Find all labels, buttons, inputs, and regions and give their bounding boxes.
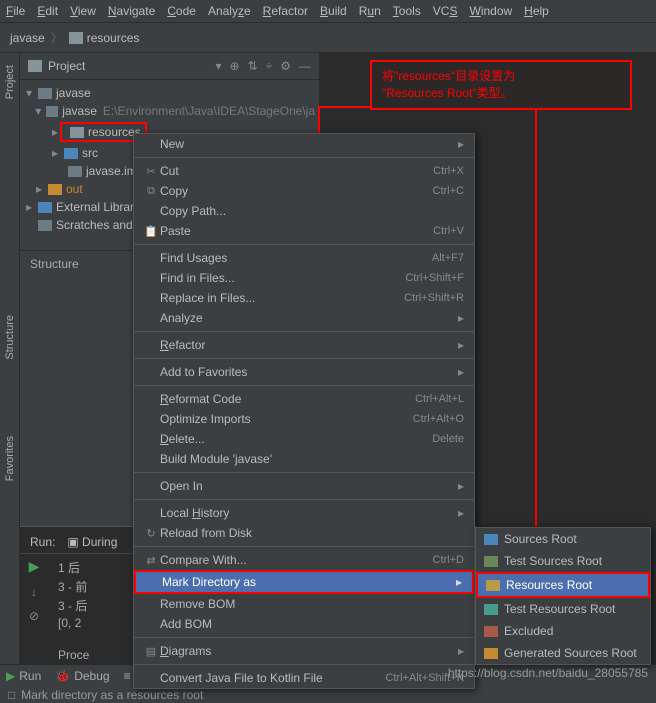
mi-reformat[interactable]: Reformat CodeCtrl+Alt+L	[134, 389, 474, 409]
mi-copy-path[interactable]: Copy Path...	[134, 201, 474, 221]
folder-icon	[69, 32, 83, 44]
tab-favorites[interactable]: Favorites	[2, 428, 18, 489]
tree-root[interactable]: ▾ javase	[20, 84, 319, 102]
folder-icon	[484, 604, 498, 615]
breadcrumb-folder[interactable]: resources	[87, 31, 140, 45]
tree-module[interactable]: ▾ javase E:\Environment\Java\IDEA\StageO…	[20, 102, 319, 120]
menu-navigate[interactable]: Navigate	[108, 4, 155, 18]
sm-generated[interactable]: Generated Sources Root	[476, 642, 650, 664]
mi-open-in[interactable]: Open In▸	[134, 476, 474, 496]
mi-cut[interactable]: ✂CutCtrl+X	[134, 161, 474, 181]
run-label: Run:	[30, 535, 55, 549]
bb-debug[interactable]: 🐞Debug	[55, 669, 109, 683]
menu-window[interactable]: Window	[469, 4, 512, 18]
diagram-icon: ▤	[142, 645, 160, 658]
mi-local-history[interactable]: Local History▸	[134, 503, 474, 523]
target-icon[interactable]: ⊕	[230, 59, 240, 73]
mi-copy[interactable]: ⧉CopyCtrl+C	[134, 181, 474, 201]
menu-refactor[interactable]: Refactor	[263, 4, 308, 18]
menu-build[interactable]: Build	[320, 4, 347, 18]
menu-tools[interactable]: Tools	[393, 4, 421, 18]
stop-icon[interactable]: ⊘	[29, 609, 39, 623]
mi-find-in-files[interactable]: Find in Files...Ctrl+Shift+F	[134, 268, 474, 288]
menu-run[interactable]: Run	[359, 4, 381, 18]
paste-icon: 📋	[142, 225, 160, 238]
menu-analyze[interactable]: Analyze	[208, 4, 251, 18]
mi-optimize[interactable]: Optimize ImportsCtrl+Alt+O	[134, 409, 474, 429]
mi-replace-in-files[interactable]: Replace in Files...Ctrl+Shift+R	[134, 288, 474, 308]
mi-convert[interactable]: Convert Java File to Kotlin FileCtrl+Alt…	[134, 668, 474, 688]
status-text: Mark directory as a resources root	[21, 688, 203, 702]
gear-icon[interactable]: ⚙	[280, 59, 291, 73]
menu-view[interactable]: View	[70, 4, 96, 18]
tab-project[interactable]: Project	[2, 57, 18, 107]
context-menu: New▸ ✂CutCtrl+X ⧉CopyCtrl+C Copy Path...…	[133, 133, 475, 689]
compare-icon: ⇄	[142, 554, 160, 567]
tab-structure[interactable]: Structure	[2, 307, 18, 368]
menu-help[interactable]: Help	[524, 4, 549, 18]
mi-refactor[interactable]: Refactor▸	[134, 335, 474, 355]
folder-icon	[484, 534, 498, 545]
project-panel-header: Project ▾ ⊕ ⇅ ÷ ⚙ —	[20, 53, 319, 80]
sm-test-resources[interactable]: Test Resources Root	[476, 598, 650, 620]
down-icon[interactable]: ↓	[31, 585, 37, 599]
mi-new[interactable]: New▸	[134, 134, 474, 154]
mi-reload[interactable]: ↻Reload from Disk	[134, 523, 474, 543]
mi-find-usages[interactable]: Find UsagesAlt+F7	[134, 248, 474, 268]
folder-icon	[484, 626, 498, 637]
project-title[interactable]: Project	[48, 59, 211, 73]
mi-analyze[interactable]: Analyze▸	[134, 308, 474, 328]
mi-build-module[interactable]: Build Module 'javase'	[134, 449, 474, 469]
watermark: https://blog.csdn.net/baidu_28055785	[448, 666, 648, 680]
menu-file[interactable]: File	[6, 4, 25, 18]
annotation-callout: 将"resources"目录设置为 "Resources Root"类型。	[370, 60, 632, 110]
cut-icon: ✂	[142, 165, 160, 178]
left-tool-strip: Project Structure Favorites	[0, 53, 20, 666]
mi-add-bom[interactable]: Add BOM	[134, 614, 474, 634]
bb-run[interactable]: ▶Run	[6, 669, 41, 683]
sm-resources[interactable]: Resources Root	[476, 572, 650, 598]
mi-paste[interactable]: 📋PasteCtrl+V	[134, 221, 474, 241]
breadcrumb-project[interactable]: javase	[10, 31, 45, 45]
folder-icon	[70, 127, 84, 138]
copy-icon: ⧉	[142, 185, 160, 198]
mi-mark-directory[interactable]: Mark Directory as▸	[134, 570, 474, 594]
sm-excluded[interactable]: Excluded	[476, 620, 650, 642]
play-icon[interactable]: ▶	[29, 558, 40, 575]
breadcrumb: javase 〉 resources	[0, 23, 656, 53]
mi-remove-bom[interactable]: Remove BOM	[134, 594, 474, 614]
hide-icon[interactable]: —	[299, 59, 311, 73]
collapse-icon[interactable]: ÷	[266, 59, 273, 73]
mi-favorites[interactable]: Add to Favorites▸	[134, 362, 474, 382]
menu-edit[interactable]: Edit	[37, 4, 58, 18]
menu-vcs[interactable]: VCS	[433, 4, 458, 18]
bug-icon: 🐞	[55, 669, 70, 683]
expand-icon[interactable]: ⇅	[248, 59, 258, 73]
sm-sources[interactable]: Sources Root	[476, 528, 650, 550]
menu-code[interactable]: Code	[167, 4, 196, 18]
run-tab[interactable]: ▣ During	[67, 535, 117, 549]
menu-bar: File Edit View Navigate Code Analyze Ref…	[0, 0, 656, 23]
mark-directory-submenu: Sources Root Test Sources Root Resources…	[475, 527, 651, 665]
folder-icon	[28, 60, 42, 72]
folder-icon	[484, 556, 498, 567]
sm-test-sources[interactable]: Test Sources Root	[476, 550, 650, 572]
mi-diagrams[interactable]: ▤Diagrams▸	[134, 641, 474, 661]
reload-icon: ↻	[142, 527, 160, 540]
folder-icon	[484, 648, 498, 659]
mi-delete[interactable]: Delete...Delete	[134, 429, 474, 449]
mi-compare[interactable]: ⇄Compare With...Ctrl+D	[134, 550, 474, 570]
folder-icon	[486, 580, 500, 591]
